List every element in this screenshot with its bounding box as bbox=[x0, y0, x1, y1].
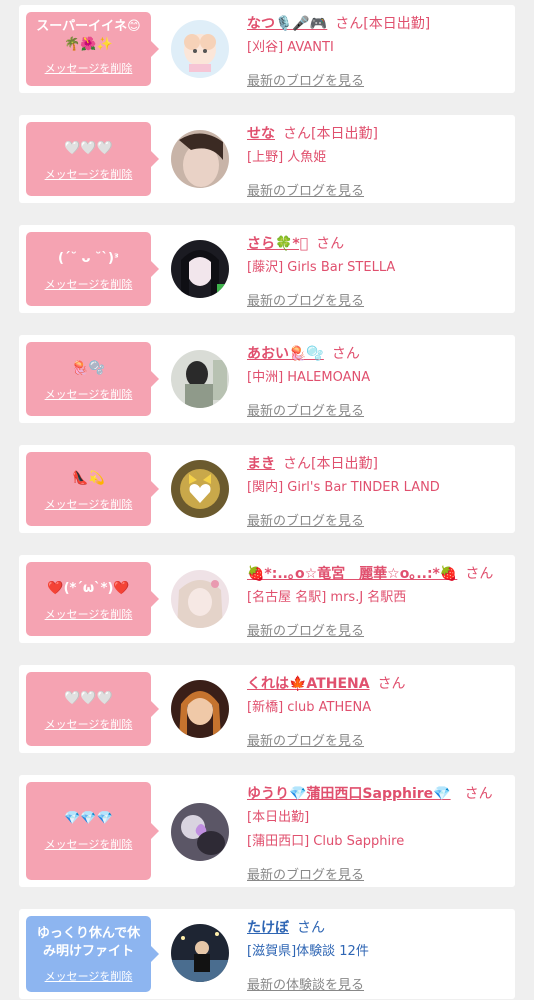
delete-message-link[interactable]: メッセージを削除 bbox=[26, 606, 151, 622]
message-card: 💎💎💎 メッセージを削除 ゆうり💎蒲田西口Sapphire💎 さん [本日出勤] … bbox=[19, 775, 515, 887]
message-bubble: 🪼🫧 メッセージを削除 bbox=[26, 342, 159, 416]
message-text: 👠💫 bbox=[72, 471, 105, 486]
message-card: ❤️(*´ω`*)❤️ メッセージを削除 🍓*:..｡o☆竜宮 麗華☆o｡..:… bbox=[19, 555, 515, 643]
message-bubble: ゆっくり休んで休み明けファイト メッセージを削除 bbox=[26, 916, 159, 992]
blog-link[interactable]: 最新のブログを見る bbox=[247, 730, 364, 749]
message-bubble: ❤️(*´ω`*)❤️ メッセージを削除 bbox=[26, 562, 159, 636]
avatar[interactable] bbox=[171, 20, 229, 78]
profile-name-link[interactable]: あおい🪼🫧 bbox=[247, 346, 324, 362]
shop-label: [滋賀県]体験談 12件 bbox=[247, 944, 369, 959]
blog-link[interactable]: 最新のブログを見る bbox=[247, 400, 364, 419]
delete-message-link[interactable]: メッセージを削除 bbox=[26, 386, 151, 402]
avatar[interactable] bbox=[171, 240, 229, 298]
avatar[interactable] bbox=[171, 130, 229, 188]
message-card: ゆっくり休んで休み明けファイト メッセージを削除 たけぼ さん [滋賀県]体験談 … bbox=[19, 909, 515, 999]
profile-info: せな さん[本日出勤] [上野] 人魚姫 bbox=[247, 125, 509, 167]
avatar[interactable] bbox=[171, 350, 229, 408]
message-text: 💎💎💎 bbox=[64, 811, 113, 826]
shop-label: [関内] Girl's Bar TINDER LAND bbox=[247, 480, 440, 495]
profile-name-link[interactable]: たけぼ bbox=[247, 920, 289, 936]
message-text: 🤍🤍🤍 bbox=[64, 691, 113, 706]
profile-name-link[interactable]: さら🍀*ﾟ bbox=[247, 236, 308, 252]
blog-link[interactable]: 最新のブログを見る bbox=[247, 864, 364, 883]
avatar[interactable] bbox=[171, 680, 229, 738]
name-suffix: さん bbox=[297, 920, 325, 936]
blog-link[interactable]: 最新のブログを見る bbox=[247, 290, 364, 309]
message-card: 🤍🤍🤍 メッセージを削除 せな さん[本日出勤] [上野] 人魚姫 最新のブログを… bbox=[19, 115, 515, 203]
delete-message-link[interactable]: メッセージを削除 bbox=[26, 496, 151, 512]
delete-message-link[interactable]: メッセージを削除 bbox=[26, 716, 151, 732]
delete-message-link[interactable]: メッセージを削除 bbox=[26, 836, 151, 852]
shop-label: [名古屋 名駅] mrs.J 名駅西 bbox=[247, 590, 407, 605]
profile-info: くれは🍁ATHENA さん [新橋] club ATHENA bbox=[247, 675, 509, 717]
profile-name-link[interactable]: なつ🎙️🎤🎮 bbox=[247, 16, 327, 32]
review-link[interactable]: 最新の体験談を見る bbox=[247, 974, 364, 993]
blog-link[interactable]: 最新のブログを見る bbox=[247, 510, 364, 529]
shop-label: [藤沢] Girls Bar STELLA bbox=[247, 260, 396, 275]
message-text: (ˊ˘ ᴗ ˘ˋ)ᵌ bbox=[58, 251, 119, 266]
name-suffix: さん bbox=[331, 346, 360, 362]
profile-name-link[interactable]: ゆうり💎蒲田西口Sapphire💎 bbox=[247, 786, 451, 802]
avatar[interactable] bbox=[171, 924, 229, 982]
name-suffix: さん bbox=[316, 236, 345, 252]
name-suffix: さん bbox=[465, 566, 494, 582]
message-text: ゆっくり休んで休み明けファイト bbox=[36, 926, 141, 959]
message-card: (ˊ˘ ᴗ ˘ˋ)ᵌ メッセージを削除 さら🍀*ﾟ さん [藤沢] Girls B… bbox=[19, 225, 515, 313]
avatar[interactable] bbox=[171, 803, 229, 861]
shop-label: [上野] 人魚姫 bbox=[247, 150, 327, 165]
profile-name-link[interactable]: 🍓*:..｡o☆竜宮 麗華☆o｡..:*🍓 bbox=[247, 566, 457, 582]
profile-info: ゆうり💎蒲田西口Sapphire💎 さん [本日出勤] [蒲田西口] Club S… bbox=[247, 785, 509, 851]
name-suffix: さん[本日出勤] bbox=[335, 16, 431, 32]
shop-label: [中洲] HALEMOANA bbox=[247, 370, 371, 385]
profile-name-link[interactable]: せな bbox=[247, 126, 275, 142]
message-card: スーパーイイネ😊🌴🌺✨ メッセージを削除 なつ🎙️🎤🎮 さん[本日出勤] [刈谷]… bbox=[19, 5, 515, 93]
name-suffix: さん bbox=[464, 786, 493, 802]
shop-label: [蒲田西口] Club Sapphire bbox=[247, 834, 405, 849]
message-text: スーパーイイネ😊🌴🌺✨ bbox=[36, 19, 141, 52]
delete-message-link[interactable]: メッセージを削除 bbox=[26, 166, 151, 182]
message-card: 🪼🫧 メッセージを削除 あおい🪼🫧 さん [中洲] HALEMOANA 最新のブロ… bbox=[19, 335, 515, 423]
message-card: 👠💫 メッセージを削除 まき さん[本日出勤] [関内] Girl's Bar T… bbox=[19, 445, 515, 533]
message-card: 🤍🤍🤍 メッセージを削除 くれは🍁ATHENA さん [新橋] club ATHE… bbox=[19, 665, 515, 753]
delete-message-link[interactable]: メッセージを削除 bbox=[26, 968, 151, 984]
name-suffix: さん bbox=[377, 676, 406, 692]
profile-name-link[interactable]: くれは🍁ATHENA bbox=[247, 676, 370, 692]
profile-info: なつ🎙️🎤🎮 さん[本日出勤] [刈谷] AVANTI bbox=[247, 15, 509, 57]
shop-label: [刈谷] AVANTI bbox=[247, 40, 334, 55]
avatar[interactable] bbox=[171, 570, 229, 628]
profile-info: まき さん[本日出勤] [関内] Girl's Bar TINDER LAND bbox=[247, 455, 509, 497]
message-bubble: 🤍🤍🤍 メッセージを削除 bbox=[26, 672, 159, 746]
profile-info: たけぼ さん [滋賀県]体験談 12件 bbox=[247, 919, 509, 961]
blog-link[interactable]: 最新のブログを見る bbox=[247, 620, 364, 639]
name-suffix: さん[本日出勤] bbox=[283, 126, 378, 142]
message-bubble: 🤍🤍🤍 メッセージを削除 bbox=[26, 122, 159, 196]
shop-label: [新橋] club ATHENA bbox=[247, 700, 372, 715]
status-label: [本日出勤] bbox=[247, 810, 310, 825]
name-suffix: さん[本日出勤] bbox=[283, 456, 378, 472]
message-bubble: (ˊ˘ ᴗ ˘ˋ)ᵌ メッセージを削除 bbox=[26, 232, 159, 306]
message-bubble: 👠💫 メッセージを削除 bbox=[26, 452, 159, 526]
profile-info: さら🍀*ﾟ さん [藤沢] Girls Bar STELLA bbox=[247, 235, 509, 277]
message-text: 🤍🤍🤍 bbox=[64, 141, 113, 156]
profile-name-link[interactable]: まき bbox=[247, 456, 275, 472]
avatar[interactable] bbox=[171, 460, 229, 518]
message-bubble: 💎💎💎 メッセージを削除 bbox=[26, 782, 159, 880]
profile-info: 🍓*:..｡o☆竜宮 麗華☆o｡..:*🍓 さん [名古屋 名駅] mrs.J 名… bbox=[247, 565, 509, 607]
message-bubble: スーパーイイネ😊🌴🌺✨ メッセージを削除 bbox=[26, 12, 159, 86]
blog-link[interactable]: 最新のブログを見る bbox=[247, 180, 364, 199]
message-text: 🪼🫧 bbox=[72, 361, 105, 376]
delete-message-link[interactable]: メッセージを削除 bbox=[26, 276, 151, 292]
delete-message-link[interactable]: メッセージを削除 bbox=[26, 60, 151, 76]
blog-link[interactable]: 最新のブログを見る bbox=[247, 70, 364, 89]
message-text: ❤️(*´ω`*)❤️ bbox=[47, 581, 130, 596]
profile-info: あおい🪼🫧 さん [中洲] HALEMOANA bbox=[247, 345, 509, 387]
